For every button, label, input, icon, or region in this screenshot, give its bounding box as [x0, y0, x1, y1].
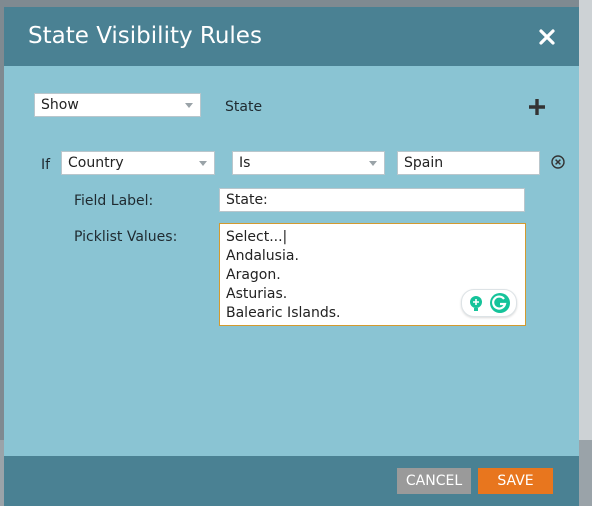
operator-select[interactable]: Is — [232, 151, 385, 175]
page-backdrop — [579, 0, 592, 506]
dialog-footer: CANCEL SAVE — [4, 456, 579, 506]
condition-value-input[interactable]: Spain — [397, 151, 540, 175]
grammarly-icons — [470, 293, 510, 313]
plus-icon[interactable] — [528, 98, 546, 116]
field-label-label: Field Label: — [74, 193, 154, 209]
action-select[interactable]: Show — [34, 93, 201, 117]
chevron-down-icon — [369, 161, 377, 166]
field-label-input[interactable]: State: — [219, 188, 525, 212]
close-icon[interactable] — [535, 25, 559, 49]
save-button[interactable]: SAVE — [478, 468, 553, 494]
target-field-label: State — [225, 99, 263, 115]
picklist-line: Andalusia. — [226, 248, 299, 264]
operator-value: Is — [239, 155, 251, 171]
chevron-down-icon — [185, 103, 193, 108]
chevron-down-icon — [199, 161, 207, 166]
condition-field-select[interactable]: Country — [61, 151, 215, 175]
if-label: If — [41, 157, 51, 173]
grammarly-widget[interactable] — [461, 289, 517, 317]
remove-circle-icon[interactable] — [551, 154, 565, 169]
state-visibility-dialog: State Visibility Rules Show State If Cou… — [4, 7, 579, 506]
cancel-button[interactable]: CANCEL — [397, 468, 471, 494]
action-select-value: Show — [41, 97, 79, 113]
picklist-line: Aragon. — [226, 267, 281, 283]
picklist-values-textarea[interactable]: Select...| Andalusia. Aragon. Asturias. … — [219, 223, 526, 326]
picklist-values-label: Picklist Values: — [74, 229, 178, 245]
dialog-header: State Visibility Rules — [4, 7, 579, 66]
condition-field-value: Country — [68, 155, 124, 171]
picklist-line: Select...| — [226, 229, 288, 245]
dialog-title: State Visibility Rules — [28, 23, 262, 49]
